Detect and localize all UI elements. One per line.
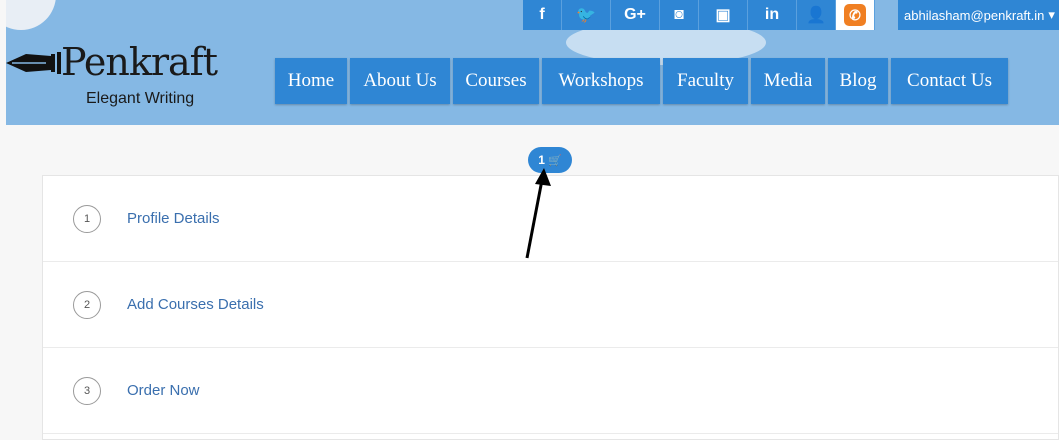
linkedin-icon[interactable]: in [748,0,797,30]
nav-workshops[interactable]: Workshops [542,58,660,104]
phone-icon: ✆ [844,4,866,26]
user-account-menu[interactable]: abhilasham@penkraft.in ▾ [898,0,1059,30]
brand-logo[interactable]: Penkraft Elegant Writing [6,40,236,110]
pen-nib-icon [6,52,61,74]
phone-button[interactable]: ✆ [836,0,875,30]
user-icon[interactable]: 👤 [797,0,836,30]
step-add-courses-details[interactable]: 2 Add Courses Details [43,262,1058,348]
nav-home[interactable]: Home [275,58,347,104]
brand-name: Penkraft [61,40,218,84]
step-label[interactable]: Order Now [127,382,200,399]
step-label[interactable]: Add Courses Details [127,296,264,313]
user-email: abhilasham@penkraft.in [904,7,1045,23]
brand-tagline: Elegant Writing [86,90,195,107]
step-number: 3 [73,376,101,405]
annotation-arrow [525,168,551,259]
instagram-icon[interactable]: ◙ [660,0,699,30]
nav-blog[interactable]: Blog [828,58,888,104]
step-number: 2 [73,290,101,319]
nav-courses[interactable]: Courses [453,58,539,104]
nav-faculty[interactable]: Faculty [663,58,748,104]
youtube-icon[interactable]: ▣ [699,0,748,30]
chevron-down-icon: ▾ [1048,7,1055,22]
step-label[interactable]: Profile Details [127,210,220,227]
nav-contact-us[interactable]: Contact Us [891,58,1008,104]
social-bar: f 🐦 G+ ◙ ▣ in 👤 ✆ [523,0,875,30]
main-nav: Home About Us Courses Workshops Faculty … [275,58,1011,104]
step-order-now[interactable]: 3 Order Now [43,348,1058,434]
google-plus-icon[interactable]: G+ [611,0,660,30]
nav-about-us[interactable]: About Us [350,58,450,104]
twitter-icon[interactable]: 🐦 [562,0,611,30]
step-number: 1 [73,204,101,233]
nav-media[interactable]: Media [751,58,825,104]
facebook-icon[interactable]: f [523,0,562,30]
decorative-cloud [6,0,56,30]
